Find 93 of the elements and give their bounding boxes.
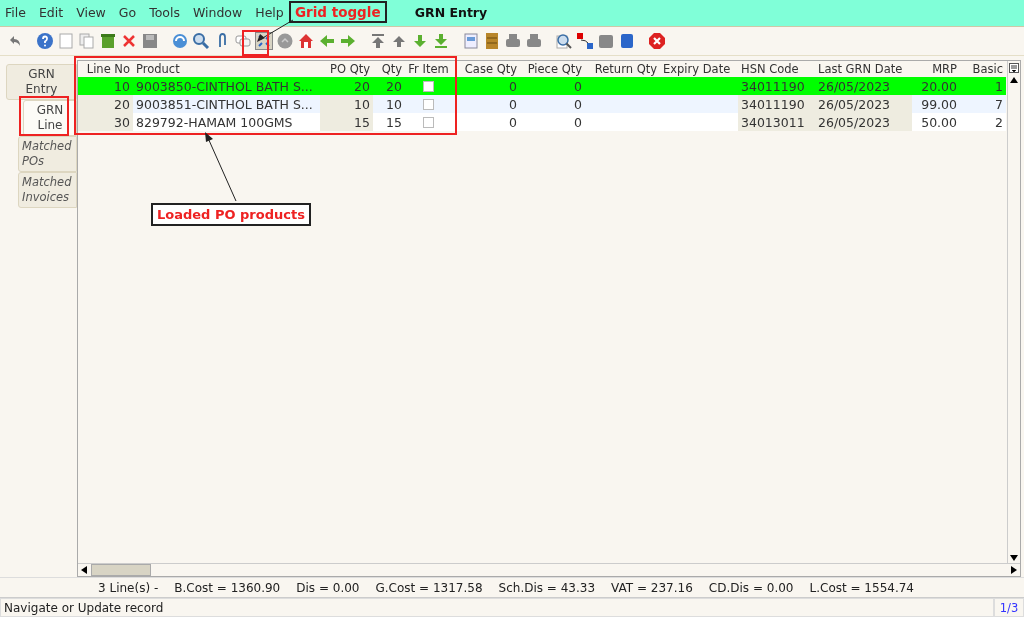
home-icon[interactable] xyxy=(297,32,315,51)
table-cell-text: 0 xyxy=(508,95,518,114)
table-cell-text: 15 xyxy=(385,113,403,132)
menu-item[interactable]: Window xyxy=(192,5,243,21)
up-arrow-icon[interactable] xyxy=(1010,77,1018,84)
down-arrow-icon[interactable] xyxy=(1010,555,1018,562)
table-cell-text: 10 xyxy=(113,77,131,96)
column-header[interactable]: Product xyxy=(133,61,320,78)
top-arrow-icon[interactable] xyxy=(369,32,387,51)
table-cell: 34011190 xyxy=(738,95,815,114)
horizontal-scrollbar[interactable] xyxy=(78,563,1020,577)
menu-item[interactable]: Help xyxy=(255,5,284,21)
menu-item[interactable]: Edit xyxy=(38,5,64,21)
table-cell-text: 1 xyxy=(994,77,1004,96)
annotation-callout: Grid toggle xyxy=(289,1,387,23)
total-text: Dis = 0.00 xyxy=(296,580,360,595)
column-header[interactable]: Line No xyxy=(78,61,133,78)
checkbox[interactable] xyxy=(423,80,434,92)
annotation-arrow xyxy=(204,132,238,202)
left-arrow-icon[interactable] xyxy=(81,566,87,575)
zoom-icon[interactable] xyxy=(555,32,573,51)
menu-item[interactable]: File xyxy=(5,5,26,21)
menu-item[interactable]: View xyxy=(76,5,106,21)
column-header[interactable]: Return Qty xyxy=(585,61,660,78)
total-text: B.Cost = 1360.90 xyxy=(174,580,281,595)
scroll-thumb[interactable] xyxy=(91,564,151,577)
help-icon[interactable] xyxy=(36,32,54,51)
column-header[interactable]: Last GRN Date xyxy=(815,61,912,78)
column-header[interactable]: Basic xyxy=(960,61,1006,78)
table-cell: 10 xyxy=(320,95,373,114)
table-cell-text: 829792-HAMAM 100GMS xyxy=(135,113,294,132)
total-text: G.Cost = 1317.58 xyxy=(375,580,483,595)
column-header[interactable]: Fr Item xyxy=(405,61,452,78)
annotation-arrow xyxy=(255,19,295,43)
table-cell-text: 34011190 xyxy=(740,77,806,96)
table-cell: 26/05/2023 xyxy=(815,113,912,132)
table-cell: 15 xyxy=(320,113,373,132)
checkbox[interactable] xyxy=(423,116,434,128)
column-header[interactable]: HSN Code xyxy=(738,61,815,78)
menu-item[interactable]: Go xyxy=(118,5,137,21)
table-cell-text: 0 xyxy=(573,95,583,114)
close-icon[interactable] xyxy=(648,32,666,51)
annotation-label: Loaded PO products xyxy=(151,203,311,226)
table-cell-text: 0 xyxy=(573,113,583,132)
total-text: L.Cost = 1554.74 xyxy=(809,580,914,595)
table-cell-text: 2 xyxy=(994,113,1004,132)
table-cell-text: 26/05/2023 xyxy=(817,77,892,96)
column-header[interactable]: MRP xyxy=(912,61,960,78)
table-row[interactable]: 10 9003850-CINTHOL BATH S... 20 20 0 0 34011190 26/05/2023 20.00 1 xyxy=(78,77,1006,96)
highlight-frame xyxy=(19,96,69,136)
total-text: CD.Dis = 0.00 xyxy=(708,580,794,595)
right-arrow-icon[interactable] xyxy=(1011,566,1017,575)
column-header[interactable]: Piece Qty xyxy=(520,61,585,78)
table-cell-text: 99.00 xyxy=(920,95,958,114)
table-cell-text: 50.00 xyxy=(920,113,958,132)
vertical-scrollbar[interactable] xyxy=(1007,61,1020,564)
column-header[interactable]: Case Qty xyxy=(452,61,520,78)
table-row[interactable]: 20 9003851-CINTHOL BATH S... 10 10 0 0 34011190 26/05/2023 99.00 7 xyxy=(78,95,1006,114)
search-icon[interactable] xyxy=(192,32,210,51)
window-title: GRN Entry xyxy=(414,5,488,21)
status-message: Navigate or Update record xyxy=(0,598,994,617)
table-cell-text: 20 xyxy=(353,77,371,96)
column-chooser-icon[interactable] xyxy=(1009,63,1019,74)
column-header[interactable]: PO Qty xyxy=(320,61,373,78)
side-tab[interactable]: GRN Entry xyxy=(6,64,77,101)
table-cell-text: 20 xyxy=(385,77,403,96)
table-cell: 34013011 xyxy=(738,113,815,132)
table-cell-text: 0 xyxy=(508,77,518,96)
table-cell-text: 0 xyxy=(573,77,583,96)
table-cell-text: 20.00 xyxy=(920,77,958,96)
table-cell: 26/05/2023 xyxy=(815,95,912,114)
move-icon[interactable] xyxy=(576,32,594,51)
refresh-icon[interactable] xyxy=(171,32,189,51)
total-text: 3 Line(s) - xyxy=(98,580,159,595)
table-cell: 30 xyxy=(78,113,133,132)
table-cell: 20 xyxy=(78,95,133,114)
table-cell-text: 10 xyxy=(385,95,403,114)
table-cell-text: 9003850-CINTHOL BATH S... xyxy=(135,77,314,96)
table-cell-text: 0 xyxy=(508,113,518,132)
table-row[interactable]: 30 829792-HAMAM 100GMS 15 15 0 0 34013011 26/05/2023 50.00 2 xyxy=(78,113,1006,132)
checkbox[interactable] xyxy=(423,98,434,110)
bin-icon[interactable] xyxy=(99,32,117,51)
cabinet-icon[interactable] xyxy=(483,32,501,51)
table-cell-text: 9003851-CINTHOL BATH S... xyxy=(135,95,314,114)
column-header[interactable]: Qty xyxy=(373,61,405,78)
column-header[interactable]: Expiry Date xyxy=(660,61,738,78)
bottom-arrow-icon[interactable] xyxy=(432,32,450,51)
form-icon[interactable] xyxy=(462,32,480,51)
total-text: VAT = 237.16 xyxy=(611,580,693,595)
record-counter: 1/3 xyxy=(994,598,1024,617)
table-cell-text: 7 xyxy=(994,95,1004,114)
menu-item[interactable]: Tools xyxy=(149,5,180,21)
total-text: Sch.Dis = 43.33 xyxy=(498,580,596,595)
